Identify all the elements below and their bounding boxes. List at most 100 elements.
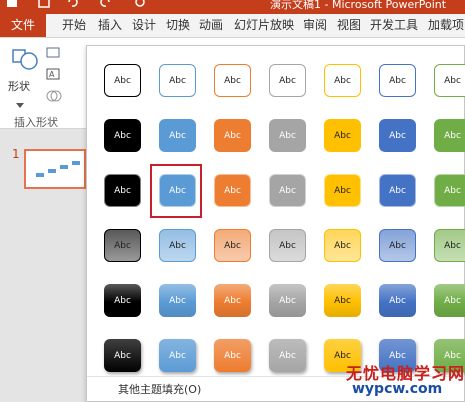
style-option-label: Abc [104, 119, 141, 152]
edit-shape-icon[interactable] [46, 44, 62, 63]
window-title: 演示文稿1 - Microsoft PowerPoint [270, 0, 447, 11]
style-option-label: Abc [434, 229, 465, 262]
style-option-label: Abc [379, 174, 416, 207]
style-option[interactable]: Abc [260, 109, 315, 164]
style-option[interactable]: Abc [370, 164, 425, 219]
style-option[interactable]: Abc [150, 274, 205, 329]
style-option[interactable]: Abc [95, 219, 150, 274]
shapes-icon[interactable] [10, 44, 40, 78]
style-option[interactable]: Abc [260, 274, 315, 329]
style-option-label: Abc [434, 284, 465, 317]
tab-home[interactable]: 开始 [62, 14, 86, 37]
style-option[interactable]: Abc [425, 219, 465, 274]
style-option[interactable]: Abc [315, 54, 370, 109]
style-option-label: Abc [159, 339, 196, 372]
other-theme-fills-menu-item[interactable]: 其他主题填充(O) [118, 381, 201, 397]
style-option-label: Abc [434, 64, 465, 97]
style-option-label: Abc [324, 119, 361, 152]
style-option[interactable]: Abc [315, 274, 370, 329]
style-option-label: Abc [104, 339, 141, 372]
style-option[interactable]: Abc [150, 54, 205, 109]
merge-shapes-icon[interactable] [46, 88, 62, 107]
tab-file[interactable]: 文件 [0, 14, 46, 37]
style-option-label: Abc [324, 174, 361, 207]
style-option[interactable]: Abc [370, 219, 425, 274]
style-option-label: Abc [159, 119, 196, 152]
style-option[interactable]: Abc [425, 109, 465, 164]
style-option-label: Abc [434, 174, 465, 207]
style-option[interactable]: Abc [315, 164, 370, 219]
undo-icon[interactable] [66, 0, 78, 8]
slide-thumbnail[interactable] [24, 149, 86, 189]
shape-styles-gallery: Abc Abc Abc Abc Abc Abc Abc Abc Abc Abc Abc Abc Abc A… [86, 45, 465, 402]
style-option[interactable]: Abc [95, 274, 150, 329]
tab-view[interactable]: 视图 [337, 14, 361, 37]
style-option[interactable]: Abc [425, 274, 465, 329]
style-option-label: Abc [269, 284, 306, 317]
style-option-label: Abc [324, 284, 361, 317]
chevron-down-icon[interactable] [16, 94, 24, 113]
style-option-label: Abc [214, 174, 251, 207]
style-option-label: Abc [379, 119, 416, 152]
style-option[interactable]: Abc [205, 219, 260, 274]
style-option[interactable]: Abc [205, 274, 260, 329]
from-beginning-icon[interactable] [134, 0, 146, 8]
redo-icon[interactable] [100, 0, 112, 8]
tab-slideshow[interactable]: 幻灯片放映 [234, 14, 294, 37]
shapes-button-label[interactable]: 形状 [8, 78, 30, 94]
tab-addins[interactable]: 加载项 [428, 14, 464, 37]
style-option[interactable]: Abc [425, 54, 465, 109]
tab-transitions[interactable]: 切换 [166, 14, 190, 37]
tab-animations[interactable]: 动画 [199, 14, 223, 37]
style-option-label: Abc [379, 229, 416, 262]
tab-review[interactable]: 审阅 [303, 14, 327, 37]
group-label-insert-shapes: 插入形状 [14, 116, 58, 129]
save-icon[interactable] [38, 0, 50, 8]
style-option-label: Abc [104, 284, 141, 317]
style-option-label: Abc [379, 284, 416, 317]
text-box-icon[interactable]: A [46, 66, 62, 85]
style-option-label: Abc [214, 229, 251, 262]
style-option-label: Abc [269, 174, 306, 207]
style-option[interactable]: Abc [150, 164, 205, 219]
slide-thumbnail-pane: 1 [0, 129, 88, 402]
style-option[interactable]: Abc [95, 109, 150, 164]
style-option[interactable]: Abc [315, 219, 370, 274]
tab-developer[interactable]: 开发工具 [370, 14, 418, 37]
style-option[interactable]: Abc [205, 54, 260, 109]
style-option[interactable]: Abc [260, 164, 315, 219]
style-option-label: Abc [269, 64, 306, 97]
style-option-label: Abc [269, 229, 306, 262]
style-option[interactable]: Abc [370, 274, 425, 329]
style-option[interactable]: Abc [260, 219, 315, 274]
style-option[interactable]: Abc [205, 109, 260, 164]
style-option-label: Abc [159, 229, 196, 262]
tab-insert[interactable]: 插入 [98, 14, 122, 37]
style-option[interactable]: Abc [95, 54, 150, 109]
ribbon-tabs: 文件 开始 插入 设计 切换 动画 幻灯片放映 审阅 视图 开发工具 加载项 [0, 14, 465, 38]
style-option-label: Abc [104, 229, 141, 262]
style-option-label: Abc [214, 64, 251, 97]
style-option-label: Abc [269, 339, 306, 372]
style-option-label: Abc [269, 119, 306, 152]
style-option[interactable]: Abc [315, 109, 370, 164]
style-option[interactable]: Abc [370, 109, 425, 164]
style-option-label: Abc [324, 229, 361, 262]
style-option-label: Abc [159, 64, 196, 97]
powerpoint-app-icon[interactable] [6, 0, 18, 8]
tab-design[interactable]: 设计 [132, 14, 156, 37]
style-option[interactable]: Abc [205, 164, 260, 219]
style-option[interactable]: Abc [150, 109, 205, 164]
style-option-label: Abc [324, 64, 361, 97]
style-option-label: Abc [214, 284, 251, 317]
style-option-label: Abc [379, 64, 416, 97]
title-bar: 演示文稿1 - Microsoft PowerPoint [0, 0, 465, 14]
style-option-label: Abc [214, 119, 251, 152]
style-option[interactable]: Abc [260, 54, 315, 109]
style-option[interactable]: Abc [95, 164, 150, 219]
style-option-label: Abc [104, 64, 141, 97]
style-option[interactable]: Abc [370, 54, 425, 109]
style-option[interactable]: Abc [150, 219, 205, 274]
svg-text:A: A [49, 70, 55, 79]
style-option[interactable]: Abc [425, 164, 465, 219]
